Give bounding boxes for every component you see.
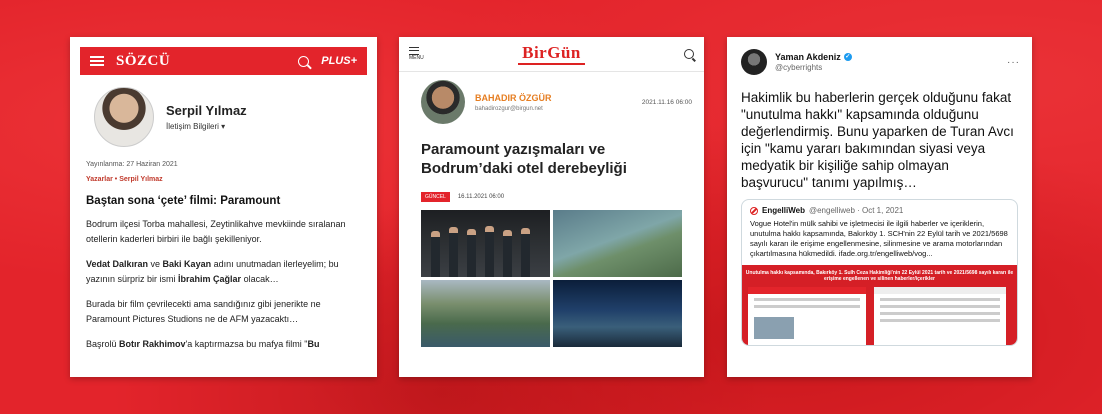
paragraph-3: Burada bir film çevrilecekti ama sandığı… (86, 299, 321, 324)
author-email[interactable]: bahadirozgur@birgun.net (475, 106, 552, 112)
screenshot-thumbnail (748, 287, 866, 345)
sozcu-header: SÖZCÜ PLUS+ (80, 47, 367, 75)
photo-hotel-night[interactable] (553, 280, 682, 347)
search-icon[interactable] (684, 49, 694, 59)
tweet-text: Hakimlik bu haberlerin gerçek olduğunu f… (741, 90, 1014, 190)
tweet-header: Yaman Akdeniz ✓ @cyberrights ··· (727, 37, 1032, 75)
search-icon[interactable] (298, 55, 310, 67)
menu-icon[interactable]: MENU (409, 47, 424, 61)
author-block: Serpil Yılmaz İletişim Bilgileri ▾ (70, 75, 377, 147)
article-title: Baştan sona ‘çete’ filmi: Paramount (86, 195, 281, 207)
paragraph-1: Bodrum ilçesi Torba mahallesi, Zeytinlik… (86, 219, 346, 244)
category-tag[interactable]: GÜNCEL (421, 192, 450, 202)
verified-badge-icon: ✓ (843, 53, 852, 61)
block-icon (750, 206, 758, 215)
paragraph-4: Başrolü Botır Rakhimov'a kaptırmazsa bu … (86, 339, 320, 349)
author-block: BAHADIR ÖZGÜR bahadirozgur@birgun.net 20… (399, 72, 704, 124)
hamburger-menu-icon[interactable] (90, 56, 104, 66)
author-avatar (94, 87, 154, 147)
sozcu-article-card: SÖZCÜ PLUS+ Serpil Yılmaz İletişim Bilgi… (70, 37, 377, 377)
sozcu-logo[interactable]: SÖZCÜ (116, 53, 170, 70)
quote-handle-date: @engelliweb · Oct 1, 2021 (808, 206, 904, 215)
breadcrumb[interactable]: Yazarlar • Serpil Yılmaz (70, 176, 377, 183)
photo-coastline[interactable] (421, 280, 550, 347)
contact-info-dropdown[interactable]: İletişim Bilgileri ▾ (166, 122, 247, 131)
photo-grid (399, 210, 704, 347)
photo-ribbon-cutting[interactable] (421, 210, 550, 277)
user-name[interactable]: Yaman Akdeniz (775, 52, 841, 62)
user-avatar[interactable] (741, 49, 767, 75)
paragraph-2: Vedat Dalkıran ve Baki Kayan adını unutm… (86, 259, 339, 284)
birgun-logo[interactable]: BirGün (518, 43, 585, 65)
article-date: 16.11.2021 06:00 (457, 194, 505, 200)
birgun-article-card: MENU BirGün BAHADIR ÖZGÜR bahadirozgur@b… (399, 37, 704, 377)
quote-text: Vogue Hotel'in mülk sahibi ve işletmecis… (750, 219, 1008, 258)
quote-image[interactable]: Unutulma hakkı kapsamında, Bakırköy 1. S… (742, 265, 1017, 345)
author-avatar (421, 80, 465, 124)
author-date: 2021.11.16 06:00 (641, 98, 692, 106)
user-handle[interactable]: @cyberrights (775, 63, 852, 72)
author-name[interactable]: Serpil Yılmaz (166, 103, 247, 118)
photo-aerial-hotel[interactable] (553, 210, 682, 277)
author-name[interactable]: BAHADIR ÖZGÜR (475, 93, 552, 103)
quote-user-name[interactable]: EngelliWeb (762, 206, 805, 215)
article-title: Paramount yazışmaları ve Bodrum’daki ote… (421, 141, 627, 177)
image-caption: Unutulma hakkı kapsamında, Bakırköy 1. S… (745, 270, 1014, 282)
quoted-tweet[interactable]: EngelliWeb @engelliweb · Oct 1, 2021 Vog… (741, 199, 1018, 346)
screenshot-thumbnail (874, 287, 1006, 345)
publish-date: Yayınlanma: 27 Haziran 2021 (86, 161, 178, 168)
tweet-card: Yaman Akdeniz ✓ @cyberrights ··· Hakimlik… (727, 37, 1032, 377)
more-options-icon[interactable]: ··· (1007, 57, 1020, 68)
plus-link[interactable]: PLUS+ (321, 55, 357, 67)
birgun-header: MENU BirGün (399, 37, 704, 72)
